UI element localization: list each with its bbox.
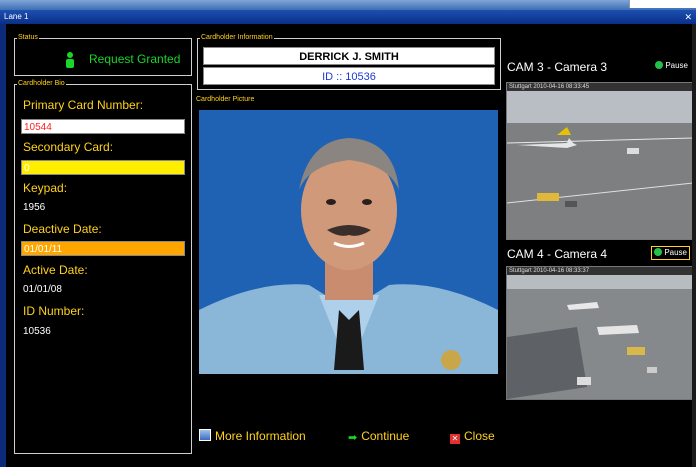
right-scrollbar[interactable]	[692, 24, 696, 467]
cardholder-name: DERRICK J. SMITH	[203, 47, 495, 65]
cam3-pause-label: Pause	[665, 61, 688, 70]
pause-icon	[654, 248, 663, 256]
cardholder-photo	[199, 110, 498, 374]
window-titlebar: Lane 1 ✕	[0, 10, 696, 24]
more-information-label: More Information	[215, 429, 306, 443]
cam4-pause-label: Pause	[664, 248, 687, 257]
secondary-card-label: Secondary Card:	[23, 140, 114, 154]
close-x-icon: ✕	[450, 434, 460, 444]
active-date-value: 01/01/08	[23, 284, 62, 295]
top-white-box	[629, 0, 696, 8]
bio-legend: Cardholder Bio	[18, 80, 65, 87]
close-button[interactable]: ✕ Close	[450, 429, 495, 444]
id-number-label: ID Number:	[23, 304, 85, 318]
cam4-timestamp: Stuttgart 2010-04-16 08:33:37	[507, 267, 693, 275]
cardholder-bio-panel: Cardholder Bio Primary Card Number: 1054…	[14, 80, 192, 454]
status-text: Request Granted	[89, 52, 181, 66]
pause-icon	[655, 61, 664, 69]
cam3-timestamp: Stuttgart 2010-04-16 08:33:45	[507, 83, 693, 91]
active-date-label: Active Date:	[23, 263, 88, 277]
status-panel: Status Request Granted	[14, 34, 192, 76]
cardholder-id: ID :: 10536	[203, 67, 495, 85]
deactive-date-field[interactable]: 01/01/11	[21, 241, 185, 256]
cardholder-picture-label: Cardholder Picture	[196, 96, 255, 103]
keypad-label: Keypad:	[23, 181, 68, 195]
secondary-card-field[interactable]: 0	[21, 160, 185, 175]
window-close-icon[interactable]: ✕	[684, 10, 692, 24]
id-number-value: 10536	[23, 326, 51, 337]
holder-legend: Cardholder Information	[201, 34, 273, 41]
deactive-date-label: Deactive Date:	[23, 222, 102, 236]
cam3-title: CAM 3 - Camera 3	[507, 60, 608, 74]
cam3-pause-button[interactable]: Pause	[653, 60, 690, 72]
primary-card-field[interactable]: 10544	[21, 119, 185, 134]
info-window-icon	[199, 429, 211, 441]
cam3-feed: Stuttgart 2010-04-16 08:33:45	[506, 82, 694, 240]
top-strip	[0, 0, 696, 10]
status-legend: Status	[18, 34, 38, 41]
cardholder-info-panel: Cardholder Information DERRICK J. SMITH …	[197, 34, 501, 90]
cam4-title: CAM 4 - Camera 4	[507, 247, 608, 261]
person-icon	[66, 52, 74, 68]
window-title: Lane 1	[4, 12, 29, 21]
primary-card-label: Primary Card Number:	[23, 98, 144, 112]
close-label: Close	[464, 429, 495, 443]
left-edge	[0, 24, 6, 467]
continue-button[interactable]: ➡ Continue	[348, 429, 410, 444]
cam4-feed: Stuttgart 2010-04-16 08:33:37	[506, 266, 694, 400]
arrow-right-icon: ➡	[348, 432, 358, 444]
cam4-pause-button[interactable]: Pause	[651, 246, 690, 260]
more-information-button[interactable]: More Information	[199, 429, 306, 443]
keypad-value: 1956	[23, 202, 46, 213]
continue-label: Continue	[361, 429, 410, 443]
